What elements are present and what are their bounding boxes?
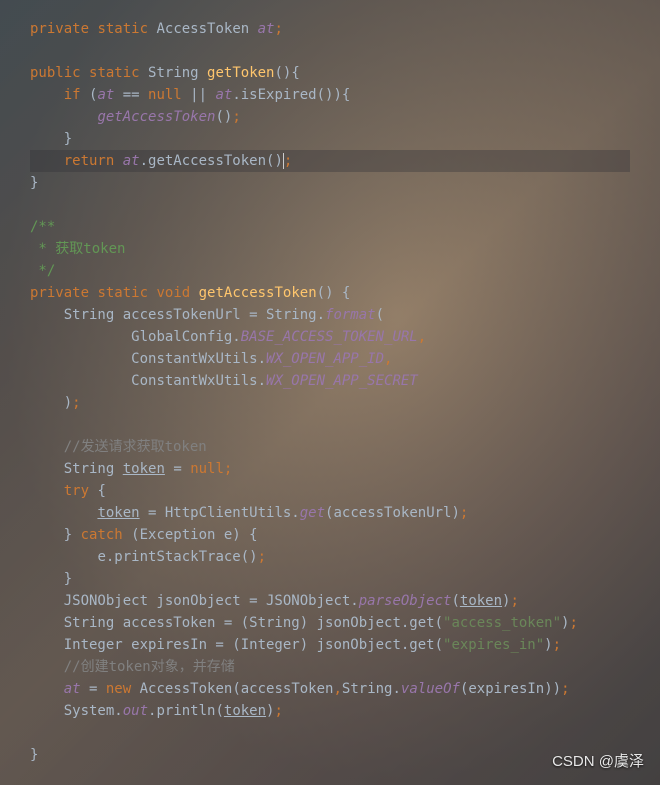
code-line: if (at == null || at.isExpired()){	[30, 87, 350, 103]
code-line: private static void getAccessToken() {	[30, 285, 350, 301]
code-line: token = HttpClientUtils.get(accessTokenU…	[30, 505, 468, 521]
code-line: }	[30, 175, 38, 191]
code-line: JSONObject jsonObject = JSONObject.parse…	[30, 593, 519, 609]
code-line: }	[30, 747, 38, 763]
code-line: public static String getToken(){	[30, 65, 300, 81]
code-line: String token = null;	[30, 461, 232, 477]
code-line: try {	[30, 483, 106, 499]
comment: */	[30, 263, 55, 279]
code-line: String accessTokenUrl = String.format(	[30, 307, 384, 323]
code-line: e.printStackTrace();	[30, 549, 266, 565]
comment: /**	[30, 219, 55, 235]
comment: * 获取token	[30, 241, 125, 257]
code-line: private static AccessToken at;	[30, 21, 283, 37]
code-line: getAccessToken();	[30, 109, 241, 125]
code-line: } catch (Exception e) {	[30, 527, 258, 543]
code-line: );	[30, 395, 81, 411]
code-line: GlobalConfig.BASE_ACCESS_TOKEN_URL,	[30, 329, 426, 345]
code-line: }	[30, 131, 72, 147]
code-line: ConstantWxUtils.WX_OPEN_APP_ID,	[30, 351, 392, 367]
watermark: CSDN @虞泽	[552, 751, 644, 773]
code-line: at = new AccessToken(accessToken,String.…	[30, 681, 570, 697]
comment: //创建token对象，并存储	[30, 659, 235, 675]
code-line: Integer expiresIn = (Integer) jsonObject…	[30, 637, 561, 653]
code-line: String accessToken = (String) jsonObject…	[30, 615, 578, 631]
code-line: ConstantWxUtils.WX_OPEN_APP_SECRET	[30, 373, 418, 389]
comment: //发送请求获取token	[30, 439, 207, 455]
current-line: return at.getAccessToken();	[30, 150, 630, 172]
code-line: }	[30, 571, 72, 587]
code-editor[interactable]: private static AccessToken at; public st…	[0, 0, 660, 784]
code-line: System.out.println(token);	[30, 703, 283, 719]
